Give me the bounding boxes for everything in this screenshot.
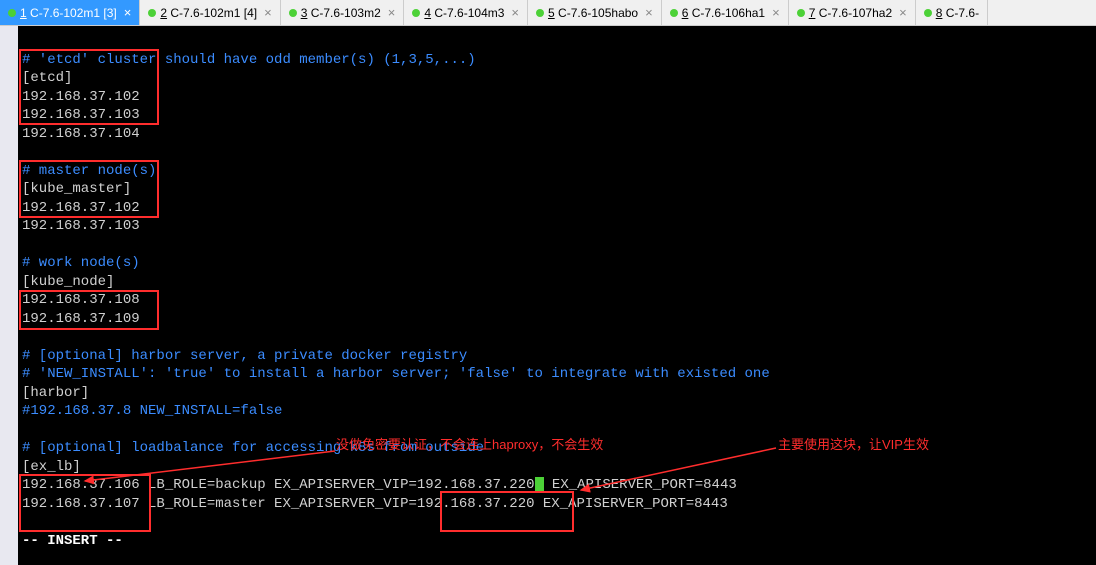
tab-bar: 1 C-7.6-102m1 [3] × 2 C-7.6-102m1 [4] × … bbox=[0, 0, 1096, 26]
tab-label: C-7.6-104m3 bbox=[434, 6, 504, 20]
close-icon[interactable]: × bbox=[124, 5, 132, 20]
status-dot-icon bbox=[536, 9, 544, 17]
status-dot-icon bbox=[8, 9, 16, 17]
status-dot-icon bbox=[797, 9, 805, 17]
annotation-text: 没做免密要认证，不会连上haproxy，不会生效 bbox=[336, 434, 603, 453]
status-dot-icon bbox=[924, 9, 932, 17]
close-icon[interactable]: × bbox=[511, 5, 519, 20]
code-line: 192.168.37.109 bbox=[22, 311, 140, 327]
code-line: # [optional] harbor server, a private do… bbox=[22, 348, 467, 364]
code-line: [kube_master] bbox=[22, 181, 131, 197]
code-line: 192.168.37.107 LB_ROLE=master EX_APISERV… bbox=[22, 496, 728, 512]
vim-mode-indicator: -- INSERT -- bbox=[22, 533, 123, 549]
code-line: 192.168.37.102 bbox=[22, 200, 140, 216]
code-line: 192.168.37.106 LB_ROLE=backup EX_APISERV… bbox=[22, 477, 737, 493]
status-dot-icon bbox=[412, 9, 420, 17]
close-icon[interactable]: × bbox=[264, 5, 272, 20]
tab-num: 5 bbox=[548, 6, 555, 20]
code-line: #192.168.37.8 NEW_INSTALL=false bbox=[22, 403, 282, 419]
tab-3[interactable]: 3 C-7.6-103m2 × bbox=[281, 0, 405, 25]
code-line: # work node(s) bbox=[22, 255, 140, 271]
code-line: [harbor] bbox=[22, 385, 89, 401]
terminal-editor[interactable]: # 'etcd' cluster should have odd member(… bbox=[18, 26, 1096, 565]
tab-2[interactable]: 2 C-7.6-102m1 [4] × bbox=[140, 0, 280, 25]
tab-num: 1 bbox=[20, 6, 27, 20]
code-line: [etcd] bbox=[22, 70, 72, 86]
tab-num: 3 bbox=[301, 6, 308, 20]
status-dot-icon bbox=[148, 9, 156, 17]
code-line: # master node(s) bbox=[22, 163, 156, 179]
tab-4[interactable]: 4 C-7.6-104m3 × bbox=[404, 0, 528, 25]
left-gutter bbox=[0, 26, 18, 565]
tab-num: 4 bbox=[424, 6, 431, 20]
code-line: [ex_lb] bbox=[22, 459, 81, 475]
code-line: 192.168.37.108 bbox=[22, 292, 140, 308]
cursor-icon bbox=[535, 477, 544, 493]
status-dot-icon bbox=[670, 9, 678, 17]
close-icon[interactable]: × bbox=[899, 5, 907, 20]
tab-8[interactable]: 8 C-7.6- bbox=[916, 0, 988, 25]
tab-label: C-7.6-103m2 bbox=[311, 6, 381, 20]
tab-label: C-7.6-106ha1 bbox=[692, 6, 765, 20]
code-line: 192.168.37.103 bbox=[22, 107, 140, 123]
close-icon[interactable]: × bbox=[645, 5, 653, 20]
code-line: # 'NEW_INSTALL': 'true' to install a har… bbox=[22, 366, 770, 382]
tab-num: 8 bbox=[936, 6, 943, 20]
tab-5[interactable]: 5 C-7.6-105habo × bbox=[528, 0, 662, 25]
tab-label: C-7.6-107ha2 bbox=[819, 6, 892, 20]
tab-label: C-7.6-102m1 [3] bbox=[30, 6, 117, 20]
tab-6[interactable]: 6 C-7.6-106ha1 × bbox=[662, 0, 789, 25]
tab-label: C-7.6-105habo bbox=[558, 6, 638, 20]
tab-7[interactable]: 7 C-7.6-107ha2 × bbox=[789, 0, 916, 25]
code-line: [kube_node] bbox=[22, 274, 114, 290]
annotation-text: 主要使用这块，让VIP生效 bbox=[778, 434, 929, 453]
tab-num: 7 bbox=[809, 6, 816, 20]
code-line: 192.168.37.102 bbox=[22, 89, 140, 105]
tab-1[interactable]: 1 C-7.6-102m1 [3] × bbox=[0, 0, 140, 25]
close-icon[interactable]: × bbox=[388, 5, 396, 20]
code-line: # 'etcd' cluster should have odd member(… bbox=[22, 52, 476, 68]
tab-num: 6 bbox=[682, 6, 689, 20]
tab-label: C-7.6-102m1 [4] bbox=[170, 6, 257, 20]
tab-num: 2 bbox=[160, 6, 167, 20]
code-line: 192.168.37.104 bbox=[22, 126, 140, 142]
tab-label: C-7.6- bbox=[946, 6, 979, 20]
status-dot-icon bbox=[289, 9, 297, 17]
code-line: 192.168.37.103 bbox=[22, 218, 140, 234]
close-icon[interactable]: × bbox=[772, 5, 780, 20]
